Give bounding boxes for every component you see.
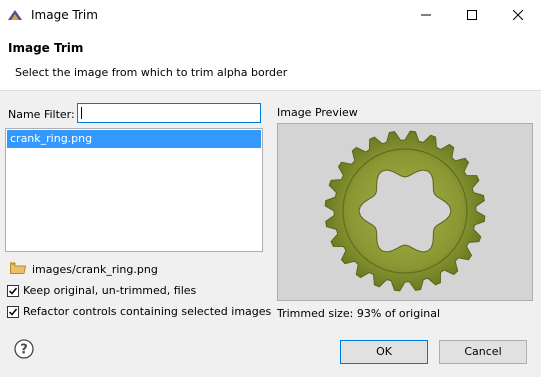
- name-filter-label: Name Filter:: [8, 108, 75, 121]
- close-button[interactable]: [495, 0, 541, 30]
- refactor-controls-checkbox[interactable]: [7, 306, 19, 318]
- checkmark-icon: [8, 287, 18, 295]
- keep-original-checkbox[interactable]: [7, 285, 19, 297]
- text-caret: [81, 107, 82, 119]
- image-file-list[interactable]: crank_ring.png: [5, 128, 263, 252]
- maximize-button[interactable]: [449, 0, 495, 30]
- folder-icon: [10, 262, 26, 274]
- cancel-button[interactable]: Cancel: [439, 340, 527, 364]
- name-filter-input[interactable]: [77, 103, 261, 123]
- dialog-description: Select the image from which to trim alph…: [15, 66, 288, 79]
- gear-shape: [324, 130, 486, 292]
- trimmed-size-text: Trimmed size: 93% of original: [277, 307, 441, 320]
- svg-text:?: ?: [20, 343, 28, 358]
- ok-button[interactable]: OK: [340, 340, 428, 364]
- help-icon[interactable]: ?: [14, 339, 34, 359]
- maximize-icon: [467, 10, 477, 20]
- checkmark-icon: [8, 308, 18, 316]
- minimize-icon: [421, 14, 431, 16]
- dialog-header: [0, 30, 541, 91]
- minimize-button[interactable]: [403, 0, 449, 30]
- gear-icon: [324, 130, 486, 292]
- keep-original-label[interactable]: Keep original, un-trimmed, files: [23, 284, 196, 297]
- refactor-controls-label[interactable]: Refactor controls containing selected im…: [23, 305, 271, 318]
- image-preview: [277, 123, 533, 301]
- eclipse-icon: [8, 10, 22, 20]
- dialog-title: Image Trim: [8, 41, 84, 55]
- window-title: Image Trim: [31, 8, 98, 22]
- list-item[interactable]: crank_ring.png: [7, 130, 261, 148]
- image-path: images/crank_ring.png: [32, 263, 158, 276]
- close-icon: [513, 10, 523, 20]
- image-preview-label: Image Preview: [277, 106, 358, 119]
